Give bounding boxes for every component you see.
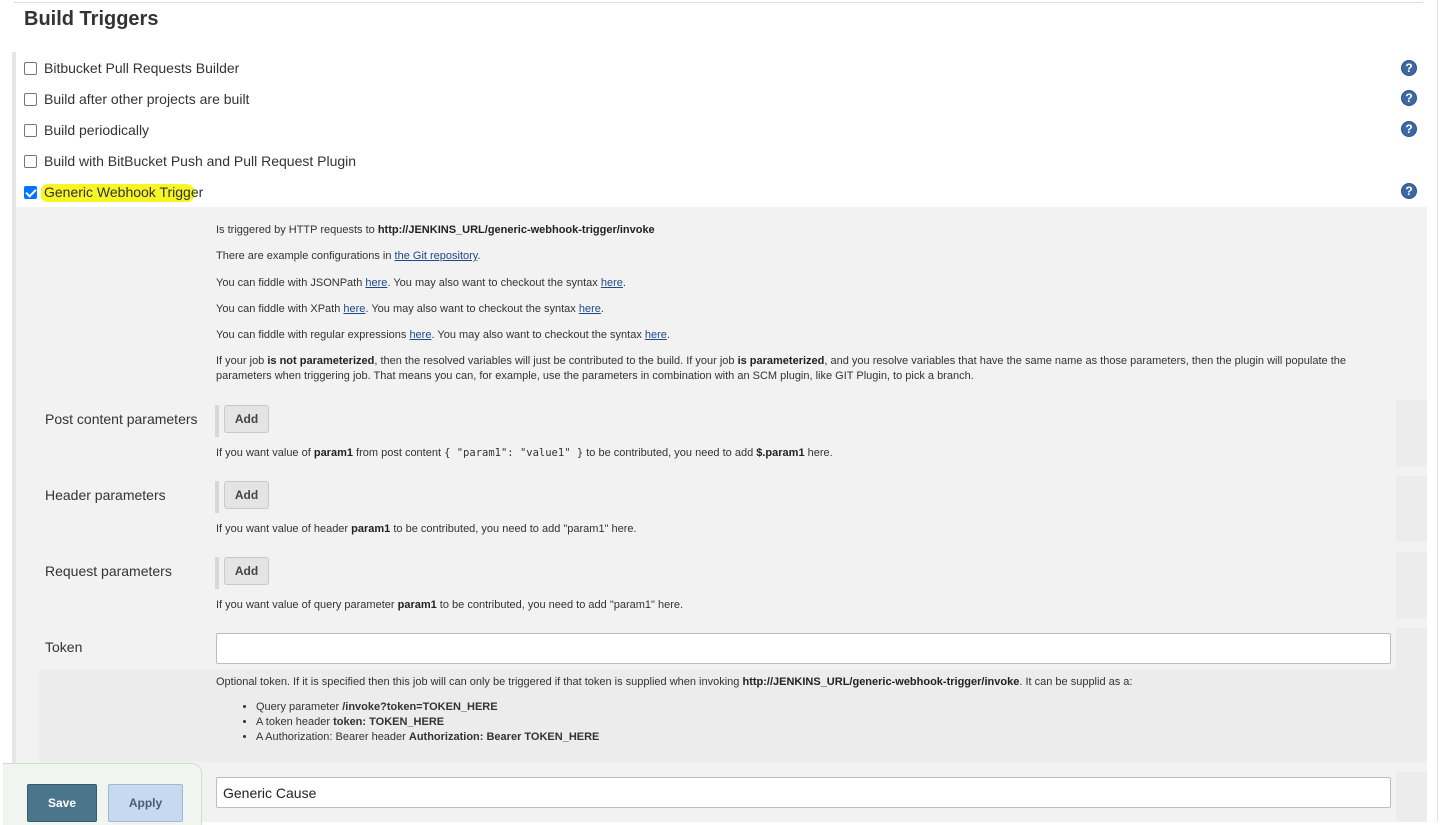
xpath-syntax-link[interactable]: here (579, 303, 601, 315)
header-params-label: Header parameters (45, 487, 166, 503)
request-params-label: Request parameters (45, 563, 172, 579)
trigger-build-after-other-projects[interactable]: Build after other projects are built (24, 87, 249, 111)
regex-syntax-link[interactable]: here (645, 329, 667, 341)
trigger-bitbucket-push-pr-plugin[interactable]: Build with BitBucket Push and Pull Reque… (24, 149, 356, 173)
list-item: A Authorization: Bearer header Authoriza… (256, 730, 599, 745)
list-item: Query parameter /invoke?token=TOKEN_HERE (256, 700, 599, 715)
checkbox[interactable] (24, 123, 37, 137)
help-icon[interactable]: ? (1401, 60, 1417, 76)
save-button[interactable]: Save (27, 784, 97, 822)
jsonpath-text: You can fiddle with JSONPath here. You m… (216, 277, 626, 289)
trigger-build-periodically[interactable]: Build periodically (24, 118, 149, 142)
regex-fiddle-link[interactable]: here (409, 329, 431, 341)
section-title: Build Triggers (24, 8, 159, 30)
post-content-label: Post content parameters (45, 411, 198, 427)
header-params-help: If you want value of header param1 to be… (216, 523, 637, 535)
add-request-param-button[interactable]: Add (224, 557, 269, 585)
trigger-label: Bitbucket Pull Requests Builder (44, 60, 240, 76)
repeatable-rail (215, 481, 219, 513)
right-divider (1437, 0, 1438, 822)
jsonpath-syntax-link[interactable]: here (601, 277, 623, 289)
add-post-content-button[interactable]: Add (224, 405, 269, 433)
help-icon[interactable]: ? (1401, 121, 1417, 137)
xpath-text: You can fiddle with XPath here. You may … (216, 303, 604, 315)
checkbox[interactable] (24, 61, 37, 75)
regex-text: You can fiddle with regular expressions … (216, 329, 670, 341)
help-icon[interactable]: ? (1401, 90, 1417, 106)
checkbox[interactable] (24, 154, 37, 168)
checkbox[interactable] (24, 92, 37, 106)
token-input[interactable] (216, 633, 1391, 664)
repeatable-rail (215, 557, 219, 589)
top-divider (14, 2, 1423, 3)
token-help: Optional token. If it is specified then … (216, 676, 1133, 688)
request-params-help: If you want value of query parameter par… (216, 599, 684, 611)
jsonpath-fiddle-link[interactable]: here (365, 277, 387, 289)
trigger-bitbucket-pr-builder[interactable]: Bitbucket Pull Requests Builder (24, 56, 239, 80)
add-header-param-button[interactable]: Add (224, 481, 269, 509)
git-repository-link[interactable]: the Git repository (395, 250, 478, 262)
post-content-help: If you want value of param1 from post co… (216, 447, 833, 459)
examples-text: There are example configurations in the … (216, 250, 481, 262)
token-label: Token (45, 639, 83, 655)
trigger-label: Build with BitBucket Push and Pull Reque… (44, 153, 357, 169)
apply-button[interactable]: Apply (108, 784, 183, 822)
invoke-url: http://JENKINS_URL/generic-webhook-trigg… (377, 224, 655, 236)
parameterized-note: If your job is not parameterized, then t… (216, 355, 1346, 382)
repeatable-rail (215, 405, 219, 437)
xpath-fiddle-link[interactable]: here (343, 303, 365, 315)
trigger-label: Build after other projects are built (44, 91, 250, 107)
token-options-list: Query parameter /invoke?token=TOKEN_HERE… (216, 700, 599, 745)
trigger-generic-webhook[interactable]: Generic Webhook Trigger (24, 180, 203, 204)
trigger-label: Generic Webhook Trigger (41, 184, 204, 202)
trigger-label-text: Generic Webhook Trigger (44, 184, 204, 200)
trigger-label: Build periodically (44, 122, 150, 138)
checkbox-checked[interactable] (24, 185, 37, 199)
cause-input[interactable]: Generic Cause (216, 777, 1391, 808)
list-item: A token header token: TOKEN_HERE (256, 715, 599, 730)
help-icon[interactable]: ? (1401, 183, 1417, 199)
intro-text: Is triggered by HTTP requests to http://… (216, 224, 655, 236)
